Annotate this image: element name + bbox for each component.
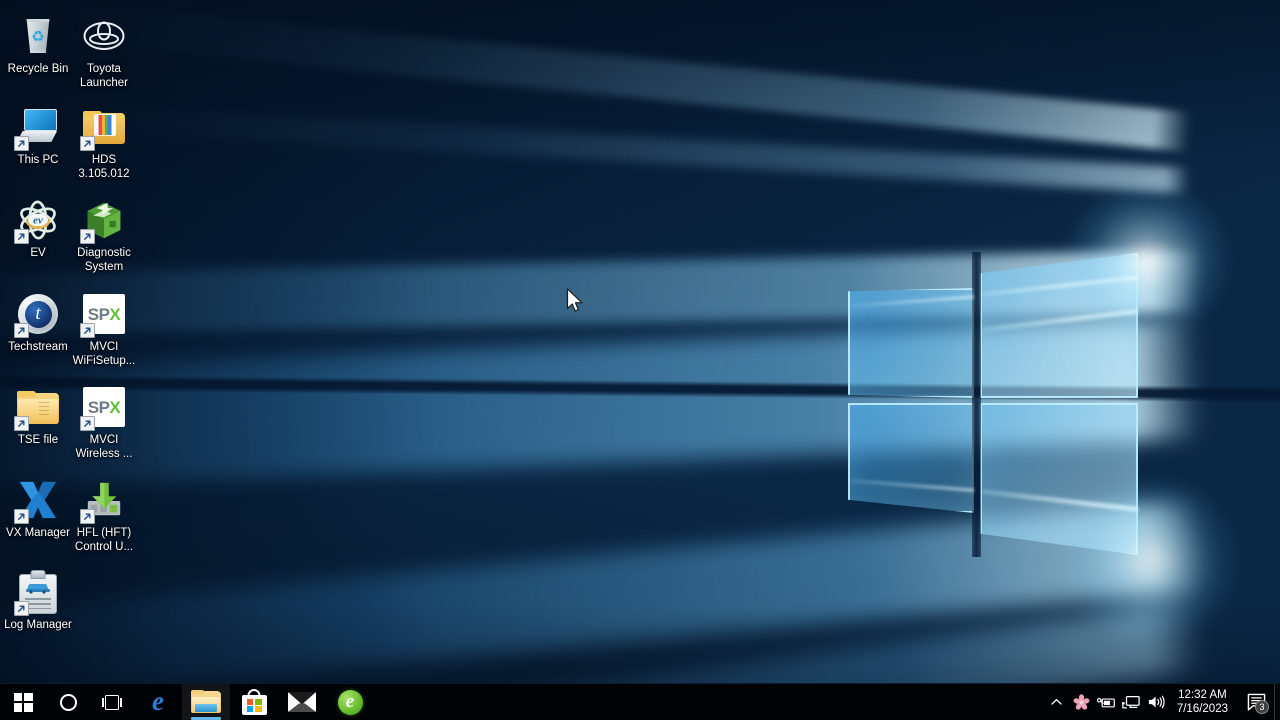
desktop-icon-techstream[interactable]: t Techstream <box>4 290 72 355</box>
desktop-icon-label: Recycle Bin <box>7 63 69 75</box>
ev-icon: ev <box>14 196 62 244</box>
windows-logo-icon <box>13 692 33 712</box>
spx-icon: SP X <box>80 290 128 338</box>
shortcut-arrow-icon <box>14 136 29 151</box>
shortcut-arrow-icon <box>14 509 29 524</box>
taskbar-spacer <box>374 684 1045 720</box>
taskbar-app-edge[interactable]: e <box>134 684 182 720</box>
desktop-icon-label: This PC <box>17 154 59 166</box>
desktop-icon-label: Log Manager <box>4 619 72 631</box>
green-e-icon: e <box>337 689 363 715</box>
clock-date: 7/16/2023 <box>1176 703 1228 715</box>
show-desktop-button[interactable] <box>1274 683 1280 720</box>
task-view-button[interactable] <box>90 684 134 720</box>
store-icon <box>241 689 267 715</box>
desktop-icon-toyota-launcher[interactable]: Toyota Launcher <box>70 12 138 90</box>
taskbar-app-green-e[interactable]: e <box>326 684 374 720</box>
task-view-icon <box>102 694 122 710</box>
desktop-icon-vx-manager[interactable]: VX Manager <box>4 476 72 541</box>
desktop-icon-tse-file[interactable]: TSE file <box>4 383 72 448</box>
shortcut-arrow-icon <box>14 229 29 244</box>
desktop-icon-hds[interactable]: HDS 3.105.012 <box>70 103 138 181</box>
taskbar-app-mail[interactable] <box>278 684 326 720</box>
volume-icon[interactable] <box>1144 684 1169 720</box>
hfl-download-icon <box>80 476 128 524</box>
action-center-button[interactable]: 3 <box>1238 684 1274 720</box>
desktop-icon-label: TSE file <box>17 434 59 446</box>
desktop-icon-log-manager[interactable]: Log Manager <box>4 568 72 633</box>
mail-icon <box>288 692 316 712</box>
desktop-icon-label: MVCI WiFiSetup... <box>72 341 136 367</box>
toyota-logo-icon <box>80 12 128 60</box>
shortcut-arrow-icon <box>14 323 29 338</box>
folder-icon <box>191 690 221 714</box>
log-manager-icon <box>14 568 62 616</box>
spx-icon: SP X <box>80 383 128 431</box>
shortcut-arrow-icon <box>14 416 29 431</box>
system-tray: 12:32 AM 7/16/2023 3 <box>1045 683 1280 720</box>
desktop-icon-label: EV <box>30 247 46 259</box>
desktop-icon-mvci-wifisetup[interactable]: SP X MVCI WiFiSetup... <box>70 290 138 368</box>
desktop-wallpaper <box>0 0 1280 720</box>
shortcut-arrow-icon <box>80 416 95 431</box>
computer-icon <box>14 103 62 151</box>
cortana-circle-icon <box>59 693 77 711</box>
desktop-icon-label: HDS 3.105.012 <box>78 154 130 180</box>
desktop-icon-label: MVCI Wireless ... <box>75 434 133 460</box>
desktop[interactable]: ♻ Recycle Bin Toyota Launcher This PC HD… <box>0 0 1280 720</box>
cortana-search-button[interactable] <box>46 684 90 720</box>
recycle-bin-icon: ♻ <box>14 12 62 60</box>
show-hidden-icons-button[interactable] <box>1045 684 1069 720</box>
desktop-icon-label: Toyota Launcher <box>80 63 128 89</box>
shortcut-arrow-icon <box>14 601 29 616</box>
notification-badge: 3 <box>1255 699 1269 714</box>
taskbar[interactable]: e e 12:32 AM 7/16/2023 3 <box>0 683 1280 720</box>
clock-time: 12:32 AM <box>1178 689 1227 701</box>
desktop-icon-diagnostic-system[interactable]: Diagnostic System <box>70 196 138 274</box>
desktop-icon-label: Diagnostic System <box>77 247 131 273</box>
taskbar-app-file-explorer[interactable] <box>182 684 230 720</box>
techstream-icon: t <box>14 290 62 338</box>
desktop-icon-label: HFL (HFT) Control U... <box>74 527 134 553</box>
folder-icon <box>14 383 62 431</box>
vx-manager-icon <box>14 476 62 524</box>
desktop-icon-label: Techstream <box>8 341 68 353</box>
taskbar-left-group: e e <box>0 684 374 720</box>
network-icon[interactable] <box>1119 684 1144 720</box>
desktop-icon-this-pc[interactable]: This PC <box>4 103 72 168</box>
desktop-icon-label: VX Manager <box>6 527 70 539</box>
shortcut-arrow-icon <box>80 323 95 338</box>
shortcut-arrow-icon <box>80 509 95 524</box>
taskbar-app-store[interactable] <box>230 684 278 720</box>
shortcut-arrow-icon <box>80 136 95 151</box>
desktop-icon-hfl-control[interactable]: HFL (HFT) Control U... <box>70 476 138 554</box>
diagnostic-cube-icon <box>80 196 128 244</box>
folder-icon <box>80 103 128 151</box>
desktop-icon-mvci-wireless[interactable]: SP X MVCI Wireless ... <box>70 383 138 461</box>
battery-device-icon[interactable] <box>1094 684 1119 720</box>
edge-icon: e <box>152 685 164 716</box>
clock[interactable]: 12:32 AM 7/16/2023 <box>1169 684 1238 720</box>
desktop-icon-recycle-bin[interactable]: ♻ Recycle Bin <box>4 12 72 77</box>
shortcut-arrow-icon <box>80 229 95 244</box>
start-button[interactable] <box>0 684 46 720</box>
flower-icon[interactable] <box>1069 684 1094 720</box>
wallpaper-vignette <box>0 0 1280 720</box>
svg-text:ev: ev <box>33 215 43 227</box>
desktop-icon-ev[interactable]: ev EV <box>4 196 72 261</box>
